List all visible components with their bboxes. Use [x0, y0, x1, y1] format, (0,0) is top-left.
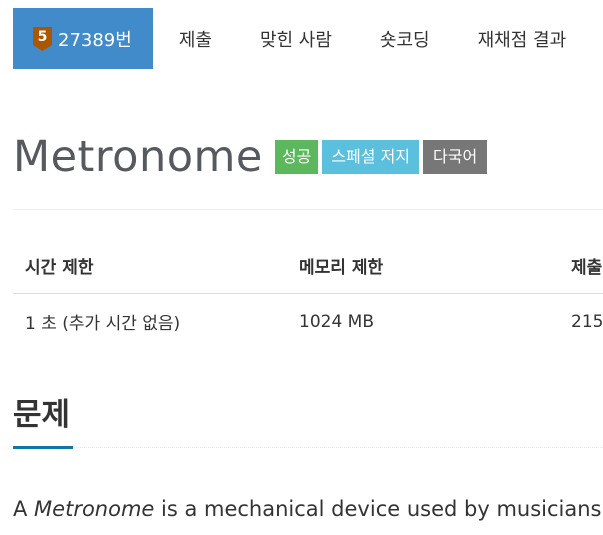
- problem-description: A Metronome is a mechanical device used …: [13, 493, 603, 525]
- problem-nav: 5 27389번 제출 맞힌 사람 숏코딩 재채점 결과: [13, 8, 566, 69]
- section-title: 문제: [13, 397, 71, 433]
- tab-short-coding[interactable]: 숏코딩: [380, 8, 430, 69]
- level-number: 5: [37, 28, 48, 45]
- label-special-judge: 스페셜 저지: [322, 140, 420, 174]
- description-prefix: A: [13, 497, 35, 521]
- limits-table: 시간 제한 메모리 제한 제출 1 초 (추가 시간 없음) 1024 MB 2…: [13, 238, 603, 349]
- description-suffix: is a mechanical device used by musicians: [154, 497, 602, 521]
- header-time-limit: 시간 제한: [13, 238, 287, 294]
- table-row: 1 초 (추가 시간 없음) 1024 MB 215: [13, 294, 603, 350]
- submissions-value: 215: [571, 311, 603, 332]
- header-submissions: 제출: [559, 238, 603, 294]
- description-emphasis: Metronome: [34, 497, 155, 521]
- label-success: 성공: [274, 140, 319, 174]
- limits-table-container: 시간 제한 메모리 제한 제출 1 초 (추가 시간 없음) 1024 MB 2…: [0, 230, 603, 360]
- header-memory-limit: 메모리 제한: [287, 238, 559, 294]
- title-divider: [13, 209, 603, 210]
- title-row: Metronome 성공 스페셜 저지 다국어: [13, 130, 488, 184]
- problem-title: Metronome: [13, 132, 263, 182]
- time-limit-value: 1 초 (추가 시간 없음): [25, 314, 181, 334]
- section-rule: [73, 447, 603, 448]
- tab-problem[interactable]: 5 27389번: [13, 8, 153, 69]
- tab-rejudge-results[interactable]: 재채점 결과: [478, 8, 567, 69]
- tab-submit[interactable]: 제출: [179, 8, 212, 69]
- table-header-row: 시간 제한 메모리 제한 제출: [13, 238, 603, 294]
- tab-solved-users[interactable]: 맞힌 사람: [260, 8, 332, 69]
- label-multilingual: 다국어: [423, 140, 488, 174]
- section-underline: [13, 446, 73, 449]
- bronze-level-icon: 5: [33, 26, 52, 51]
- problem-page: 5 27389번 제출 맞힌 사람 숏코딩 재채점 결과 Metronome 성…: [0, 0, 603, 535]
- problem-number: 27389번: [58, 29, 132, 51]
- memory-limit-value: 1024 MB: [299, 311, 374, 332]
- problem-section-header: 문제: [13, 395, 603, 451]
